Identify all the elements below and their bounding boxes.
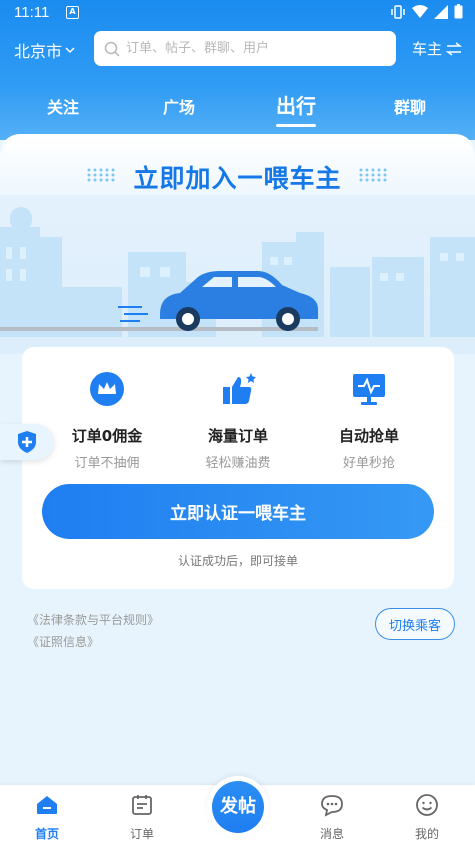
nav-label: 我的: [414, 827, 439, 841]
nav-home[interactable]: 首页: [17, 793, 77, 842]
tab-group-chat[interactable]: 群聊: [394, 94, 426, 118]
legal-terms-link[interactable]: 《法律条款与平台规则》: [27, 609, 159, 631]
nav-orders[interactable]: 订单: [112, 793, 172, 842]
banner-title-area: 立即加入一喂车主: [0, 137, 475, 195]
legal-links: 《法律条款与平台规则》 《证照信息》: [27, 609, 159, 653]
switch-passenger-button[interactable]: 切换乘客: [375, 608, 455, 640]
city-car-illustration: [0, 207, 475, 337]
signal-icon: [434, 4, 448, 19]
nav-label: 订单: [129, 827, 154, 841]
feature-subtitle: 好单秒抢: [342, 456, 395, 471]
tab-travel-label: 出行: [276, 94, 316, 118]
feature-subtitle: 订单不抽佣: [74, 456, 140, 471]
nav-messages[interactable]: 消息: [302, 793, 362, 842]
post-button-label: 发帖: [212, 781, 264, 833]
feature-title: 自动抢单: [338, 427, 399, 445]
top-tabs: 关注 广场 出行 群聊: [0, 90, 475, 130]
city-selector[interactable]: 北京市: [14, 38, 75, 62]
feature-subtitle: 轻松赚油费: [205, 456, 271, 471]
smile-icon: [416, 794, 438, 816]
post-button[interactable]: 发帖: [207, 776, 269, 838]
active-tab-indicator: [276, 124, 316, 127]
search-input[interactable]: [126, 41, 376, 56]
battery-icon: [454, 4, 463, 19]
banner-title: 立即加入一喂车主: [133, 164, 342, 193]
feature-auto-grab: 自动抢单 好单秒抢: [309, 369, 429, 471]
nav-label: 首页: [34, 827, 59, 841]
thumbs-up-icon: [223, 373, 256, 404]
certify-note: 认证成功后，即可接单: [177, 554, 298, 568]
license-info-link[interactable]: 《证照信息》: [27, 631, 159, 653]
status-icons: [390, 4, 463, 19]
wifi-icon: [412, 4, 428, 18]
status-time: 11:11: [14, 4, 50, 21]
city-label: 北京市: [14, 42, 63, 61]
role-switch[interactable]: 车主: [412, 38, 463, 59]
vibrate-icon: [391, 4, 405, 19]
feature-title: 海量订单: [207, 427, 268, 445]
feature-massive-orders: 海量订单 轻松赚油费: [178, 369, 298, 471]
header: 11:11 A 北京市 车主 关注 广场 出行 群聊: [0, 0, 475, 140]
monitor-icon: [353, 374, 385, 405]
floating-shield-button[interactable]: [0, 424, 54, 460]
nav-profile[interactable]: 我的: [397, 793, 457, 842]
role-switch-label: 车主: [412, 40, 443, 58]
search-icon: [104, 41, 120, 57]
feature-title: 订单0佣金: [71, 427, 143, 445]
status-bar: 11:11 A: [0, 0, 475, 26]
driver-benefits-card: 订单0佣金 订单不抽佣 海量订单 轻松赚油费 自动抢单 好单秒抢 立即认证一喂车…: [22, 347, 454, 589]
notification-icon: A: [66, 6, 79, 19]
home-icon: [37, 796, 57, 814]
certify-driver-button[interactable]: 立即认证一喂车主: [42, 484, 434, 539]
dots-decoration-right: [359, 168, 387, 182]
swap-icon: [446, 41, 463, 56]
feature-zero-commission: 订单0佣金 订单不抽佣: [47, 369, 167, 471]
calendar-icon: [132, 795, 152, 815]
chat-icon: [321, 795, 343, 817]
tab-travel[interactable]: 出行: [276, 90, 316, 127]
shield-plus-icon: [18, 431, 36, 453]
driver-banner: 立即加入一喂车主: [0, 134, 475, 354]
crown-icon: [90, 372, 124, 406]
search-bar[interactable]: [94, 31, 396, 66]
tab-follow[interactable]: 关注: [47, 94, 79, 118]
chevron-down-icon: [65, 47, 75, 54]
tab-square[interactable]: 广场: [163, 94, 195, 118]
nav-label: 消息: [319, 827, 344, 841]
